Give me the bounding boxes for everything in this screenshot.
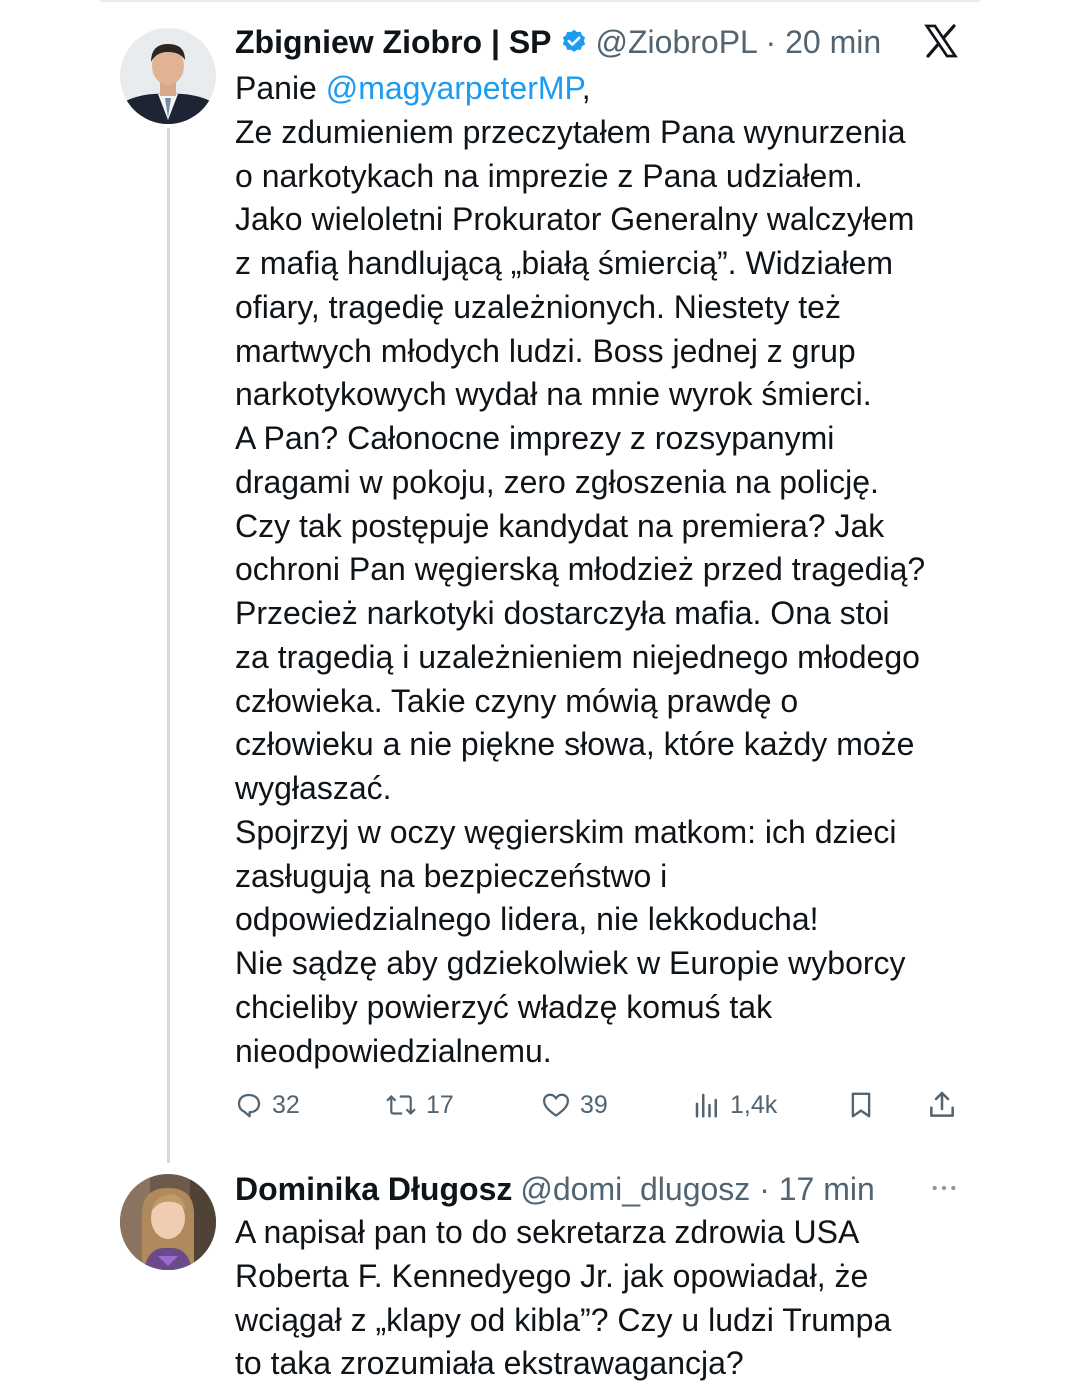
tweet-line: człowieka. Takie czyny mówią prawdę o — [235, 682, 799, 719]
tweet-line: nieodpowiedzialnemu. — [235, 1032, 552, 1069]
greeting-prefix: Panie — [235, 70, 326, 106]
bookmark-button[interactable] — [846, 1084, 876, 1126]
tweet-line: z mafią handlującą „białą śmiercią”. Wid… — [235, 245, 894, 281]
verified-badge-icon — [560, 28, 588, 56]
retweet-icon — [384, 1090, 418, 1120]
tweet-line: za tragedią i uzależnieniem niejednego m… — [235, 638, 920, 675]
avatar-dlugosz[interactable] — [120, 1174, 216, 1270]
top-divider — [100, 0, 980, 2]
share-button[interactable] — [926, 1084, 958, 1126]
tweet1-action-bar: 32 17 39 1,4k — [234, 1084, 964, 1126]
heart-icon — [540, 1090, 572, 1120]
author-name[interactable]: Zbigniew Ziobro | SP — [235, 24, 552, 61]
tweet-line: Przecież narkotyki dostarczyła mafia. On… — [235, 595, 890, 631]
tweet-line: ofiary, tragedię uzależnionych. Niestety… — [235, 288, 841, 325]
tweet-line: A Pan? Całonocne imprezy z rozsypanymi — [235, 420, 835, 456]
tweet-line: Czy tak postępuje kandydat na premiera? … — [235, 507, 885, 544]
tweet2-header: Dominika Długosz @domi_dlugosz · 17 min — [235, 1167, 875, 1211]
tweet-line: to taka zrozumiała ekstrawagancja? — [235, 1345, 744, 1382]
tweet-line: martwych młodych ludzi. Boss jednej z gr… — [235, 332, 856, 369]
tweet1-body: Panie @magyarpeterMP, Ze zdumieniem prze… — [235, 67, 975, 1073]
tweet-line-greeting: Panie @magyarpeterMP, — [235, 67, 975, 111]
reply-count: 32 — [272, 1090, 300, 1119]
reply-icon — [234, 1090, 264, 1120]
views-button[interactable]: 1,4k — [692, 1084, 777, 1126]
tweet-line: człowieku a nie piękne słowa, które każd… — [235, 726, 915, 763]
x-logo-icon[interactable] — [922, 22, 960, 65]
tweet-line: narkotykowych wydał na mnie wyrok śmierc… — [235, 376, 872, 413]
tweet-line: Roberta F. Kennedyego Jr. jak opowiadał,… — [235, 1257, 869, 1294]
bookmark-icon — [846, 1090, 876, 1120]
greeting-suffix: , — [581, 70, 591, 106]
tweet-line: wciągał z „klapy od kibla”? Czy u ludzi … — [235, 1301, 892, 1338]
views-icon — [692, 1090, 722, 1120]
tweet-line: A napisał pan to do sekretarza zdrowia U… — [235, 1214, 860, 1250]
tweet-line: Spojrzyj w oczy węgierskim matkom: ich d… — [235, 813, 897, 850]
retweet-count: 17 — [426, 1090, 454, 1119]
tweet-line: Ze zdumieniem przeczytałem Pana wynurzen… — [235, 113, 906, 150]
handle-and-time[interactable]: @ZiobroPL · 20 min — [596, 24, 882, 61]
more-icon[interactable] — [928, 1172, 960, 1209]
views-count: 1,4k — [730, 1090, 778, 1119]
like-count: 39 — [580, 1090, 608, 1119]
author-name[interactable]: Dominika Długosz — [235, 1171, 512, 1208]
avatar-ziobro[interactable] — [120, 28, 216, 124]
tweet-line: wygłaszać. — [235, 770, 392, 806]
tweet-line: ochroni Pan węgierską młodzież przed tra… — [235, 551, 926, 588]
tweet-line: Nie sądzę aby gdziekolwiek w Europie wyb… — [235, 945, 906, 981]
retweet-button[interactable]: 17 — [384, 1084, 454, 1126]
mention-link[interactable]: @magyarpeterMP — [326, 70, 582, 106]
thread-connector-line — [167, 128, 170, 1163]
tweet-line: dragami w pokoju, zero zgłoszenia na pol… — [235, 463, 879, 500]
handle-and-time[interactable]: @domi_dlugosz · 17 min — [520, 1171, 874, 1208]
like-button[interactable]: 39 — [540, 1084, 608, 1126]
tweet-line: chcieliby powierzyć władzę komuś tak — [235, 988, 773, 1025]
tweet-line: Jako wieloletni Prokurator Generalny wal… — [235, 201, 915, 238]
tweet2-body: A napisał pan to do sekretarza zdrowia U… — [235, 1211, 975, 1386]
tweet-line: o narkotykach na imprezie z Pana udziałe… — [235, 157, 863, 194]
tweet-line: odpowiedzialnego lidera, nie lekkoducha! — [235, 901, 819, 938]
share-icon — [926, 1089, 958, 1121]
reply-button[interactable]: 32 — [234, 1084, 300, 1126]
tweet-line: zasługują na bezpieczeństwo i — [235, 857, 668, 894]
tweet1-header: Zbigniew Ziobro | SP @ZiobroPL · 20 min — [235, 20, 881, 64]
